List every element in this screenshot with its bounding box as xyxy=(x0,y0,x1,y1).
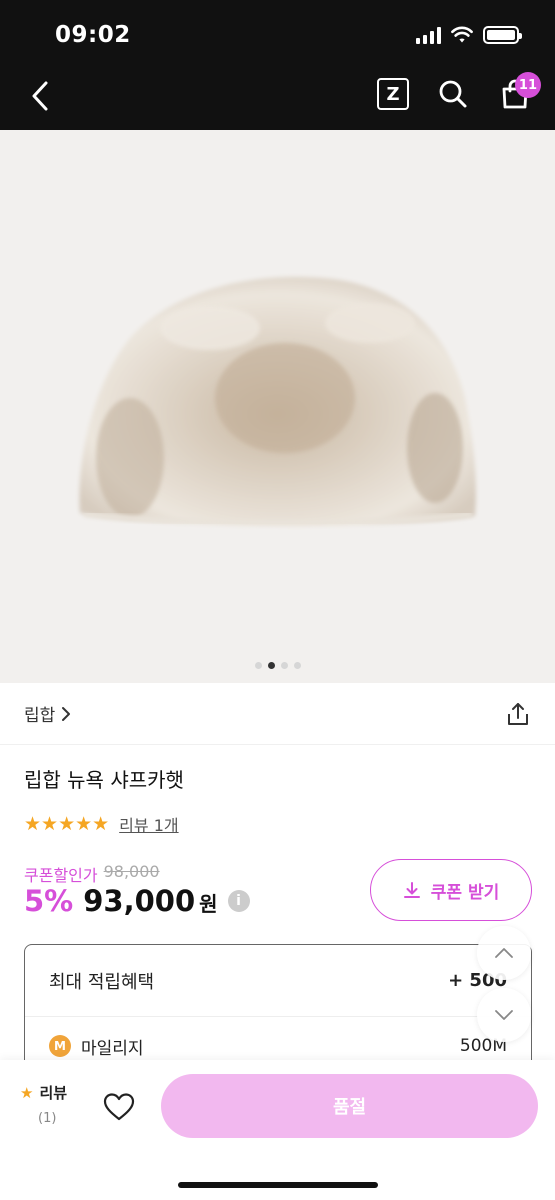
battery-icon xyxy=(483,26,522,44)
gallery-dot[interactable] xyxy=(280,662,288,669)
scroll-down-button[interactable] xyxy=(477,988,531,1042)
sale-price: 93,000 xyxy=(83,884,196,918)
original-price: 98,000 xyxy=(103,862,160,881)
price-info-icon[interactable]: i xyxy=(227,890,250,912)
chevron-right-icon xyxy=(62,706,71,721)
gallery-dot[interactable] xyxy=(293,662,301,669)
get-coupon-button[interactable]: 쿠폰 받기 xyxy=(370,859,532,921)
mileage-icon: M xyxy=(49,1035,71,1057)
status-icons xyxy=(416,26,522,44)
heart-icon[interactable] xyxy=(102,1090,136,1124)
discount-rate: 5% xyxy=(24,884,74,918)
product-title: 립합 뉴욕 샤프카햇 xyxy=(24,768,184,792)
gallery-dot[interactable] xyxy=(254,662,262,669)
rating-row: ★★★★★ 리뷰 1개 xyxy=(24,812,179,836)
share-icon[interactable] xyxy=(505,701,531,727)
app-header: 09:02 Z 11 xyxy=(0,0,555,130)
brand-link[interactable]: 립합 xyxy=(24,701,71,726)
star-icon: ★ xyxy=(20,1083,34,1102)
chevron-down-icon xyxy=(495,1010,513,1020)
max-reward-header: 최대 적립혜택 + 500 xyxy=(25,945,531,1017)
search-button[interactable] xyxy=(435,76,471,112)
review-count-link[interactable]: 리뷰 1개 xyxy=(119,812,178,836)
bottom-action-bar: ★ 리뷰 (1) 품절 xyxy=(0,1060,555,1200)
bottom-review-button[interactable]: ★ 리뷰 (1) xyxy=(20,1082,68,1127)
back-button[interactable] xyxy=(22,76,58,116)
sold-out-button[interactable]: 품절 xyxy=(161,1074,538,1138)
currency-unit: 원 xyxy=(199,892,218,916)
brand-name: 립합 xyxy=(24,706,56,726)
signal-icon xyxy=(416,26,441,44)
cart-button[interactable]: 11 xyxy=(497,72,541,112)
scroll-up-button[interactable] xyxy=(477,926,531,980)
gallery-dots xyxy=(0,662,555,669)
gallery-dot-active[interactable] xyxy=(267,662,275,669)
rating-stars: ★★★★★ xyxy=(24,813,110,835)
get-coupon-label: 쿠폰 받기 xyxy=(430,882,500,903)
coupon-price-label-row: 쿠폰할인가 98,000 xyxy=(24,862,160,886)
bottom-review-label: 리뷰 xyxy=(39,1084,68,1102)
wifi-icon xyxy=(451,26,473,43)
z-icon-button[interactable]: Z xyxy=(377,78,409,110)
max-reward-box: 최대 적립혜택 + 500 M 마일리지 500M xyxy=(24,944,532,1074)
price-row: 5% 93,000 원 i xyxy=(24,884,250,918)
mileage-label: 마일리지 xyxy=(81,1038,144,1059)
download-icon xyxy=(403,882,420,898)
cart-count-badge: 11 xyxy=(514,72,541,98)
product-image-gallery[interactable] xyxy=(0,130,555,683)
home-indicator xyxy=(178,1182,378,1188)
search-icon xyxy=(439,80,467,108)
chevron-up-icon xyxy=(495,948,513,958)
brand-row: 립합 xyxy=(0,683,555,745)
bottom-review-count: (1) xyxy=(38,1111,57,1126)
chevron-left-icon xyxy=(32,81,48,111)
fur-hat-image xyxy=(79,276,476,527)
max-reward-title: 최대 적립혜택 xyxy=(49,971,155,993)
status-time: 09:02 xyxy=(55,22,131,48)
coupon-price-label: 쿠폰할인가 xyxy=(24,866,98,885)
